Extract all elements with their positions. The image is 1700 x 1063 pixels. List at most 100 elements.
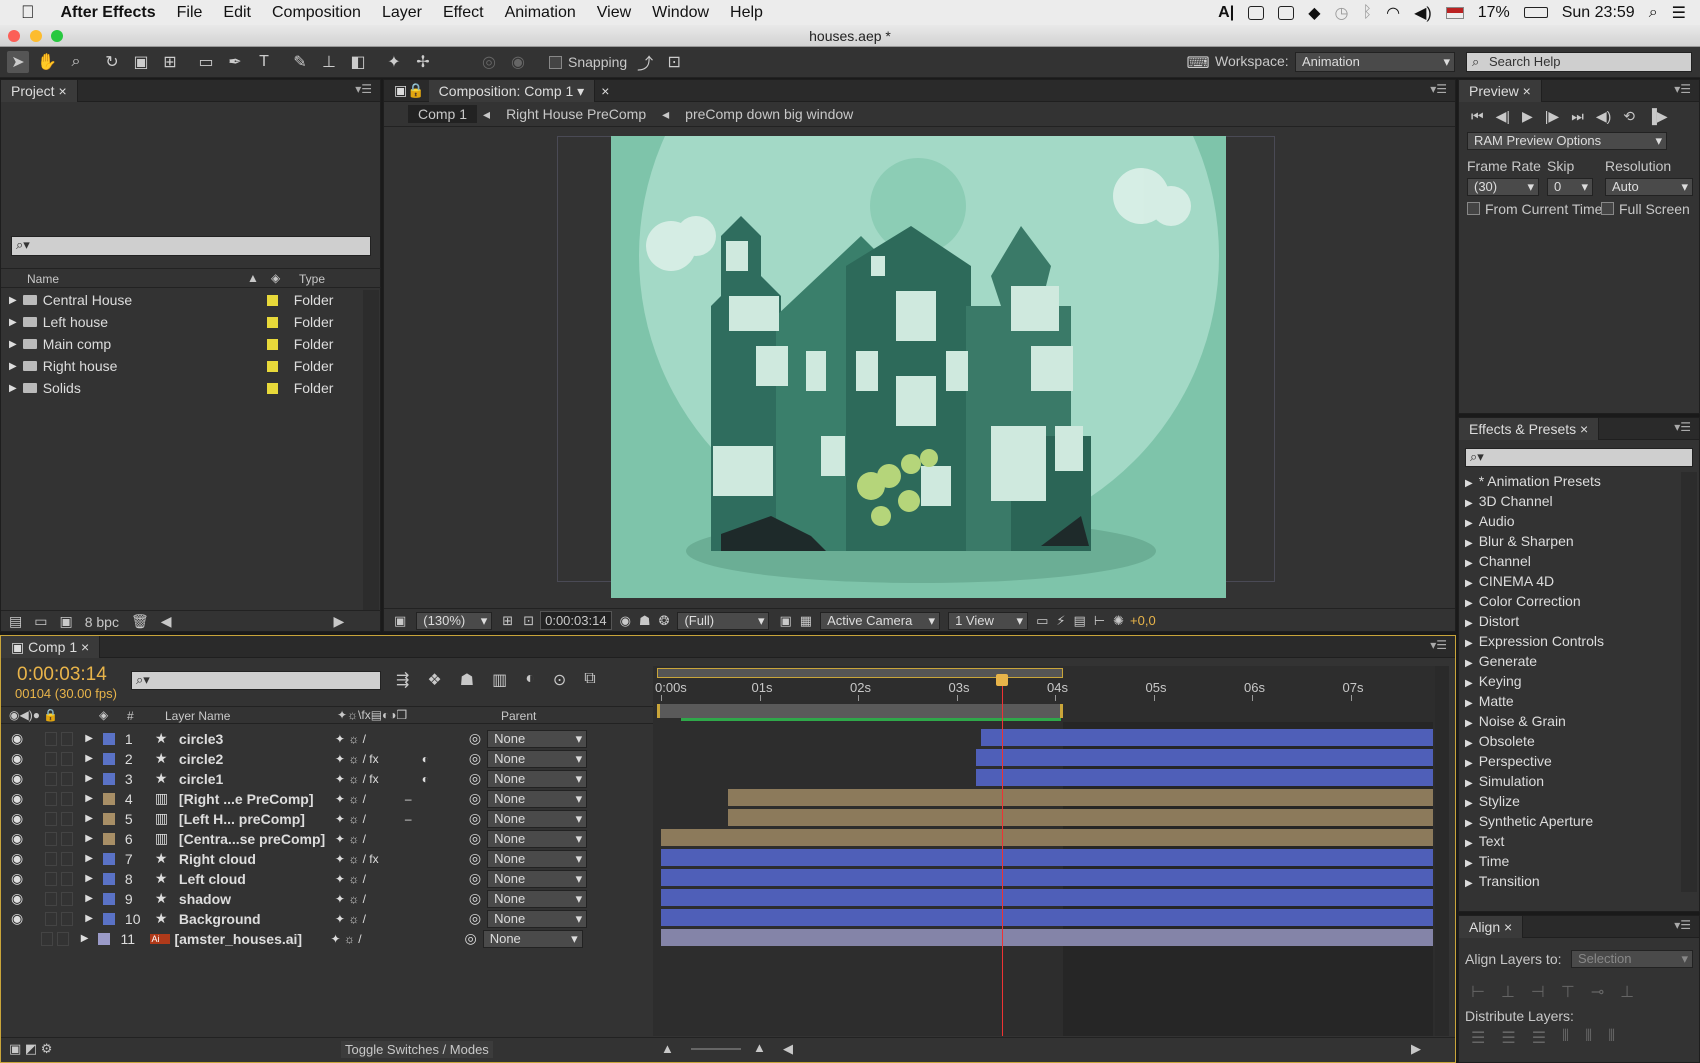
label-color[interactable] (102, 792, 115, 805)
layer-name[interactable]: [Right ...e PreComp] (179, 791, 335, 807)
disclosure-icon[interactable]: ▶ (85, 893, 93, 904)
col-type[interactable]: Type (299, 272, 325, 286)
layer-switches[interactable]: ✦ ☼ / fx (335, 852, 405, 866)
breadcrumb-comp1[interactable]: Comp 1 (408, 105, 478, 123)
project-item[interactable]: ▶ Central House Folder (1, 290, 361, 310)
dist-left-icon[interactable]: ⦀ (1562, 1028, 1569, 1048)
disclosure-icon[interactable]: ▶ (81, 933, 89, 944)
comp-viewer-canvas[interactable] (611, 136, 1226, 598)
layer-duration-bar[interactable] (661, 829, 1433, 846)
magnification-dropdown[interactable]: (130%) (416, 611, 493, 630)
play-icon[interactable]: ▶ (1522, 108, 1533, 125)
label-color[interactable] (102, 732, 115, 745)
parent-dropdown[interactable]: None (487, 749, 588, 768)
visibility-icon[interactable]: ◉ (11, 750, 23, 767)
visibility-icon[interactable]: ◉ (11, 870, 23, 887)
label-color[interactable] (102, 912, 115, 925)
project-item[interactable]: ▶ Left house Folder (1, 312, 361, 332)
next-frame-icon[interactable]: |▶ (1545, 108, 1559, 125)
align-bottom-icon[interactable]: ⊥ (1620, 982, 1634, 1002)
spotlight-icon[interactable]: ⌕ (1649, 4, 1658, 22)
parent-dropdown[interactable]: None (487, 809, 588, 828)
menu-edit[interactable]: Edit (223, 4, 251, 22)
from-current-checkbox[interactable] (1467, 202, 1480, 215)
pickwhip-icon[interactable]: ◎ (469, 850, 481, 867)
parent-dropdown[interactable]: None (487, 829, 588, 848)
motion-blur-icon[interactable]: ◐ (525, 670, 535, 690)
layer-duration-bar[interactable] (976, 749, 1433, 766)
solo-box[interactable] (45, 731, 58, 746)
screen-icon[interactable] (1278, 5, 1295, 20)
clone-tool-icon[interactable]: ⊥ (318, 51, 340, 73)
effects-category[interactable]: ▶ Audio (1465, 512, 1515, 530)
layer-switches[interactable]: ✦ ☼ / (335, 832, 405, 846)
project-item[interactable]: ▶ Right house Folder (1, 356, 361, 376)
dist-right-icon[interactable]: ⦀ (1608, 1028, 1615, 1048)
layer-name[interactable]: [Centra...se preComp] (179, 831, 335, 847)
full-screen-checkbox[interactable] (1601, 202, 1614, 215)
layer-switches[interactable]: ✦ ☼ / (335, 732, 405, 746)
effects-category[interactable]: ▶ Color Correction (1465, 592, 1581, 610)
pickwhip-icon[interactable]: ◎ (469, 890, 481, 907)
timeline-search-input[interactable]: ⌕▾ (131, 671, 381, 690)
breadcrumb-precomp[interactable]: preComp down big window (685, 106, 853, 122)
puppet-tool-icon[interactable]: ✢ (412, 51, 434, 73)
loop-icon[interactable]: ⟲ (1623, 108, 1635, 125)
project-search-input[interactable]: ⌕▾ (11, 236, 371, 256)
skip-dropdown[interactable]: 0 (1547, 178, 1593, 196)
layer-name[interactable]: Left cloud (179, 871, 335, 887)
project-tab[interactable]: Project × (1, 79, 78, 102)
layer-row[interactable]: ▶ 11 Ai [amster_houses.ai] ✦ ☼ / ◎ None (1, 929, 601, 948)
layer-name[interactable]: [Left H... preComp] (179, 811, 335, 827)
effects-category[interactable]: ▶ Perspective (1465, 752, 1552, 770)
label-color[interactable] (102, 852, 115, 865)
close-window-button[interactable] (8, 30, 20, 42)
project-scrollbar[interactable] (363, 290, 379, 610)
layer-duration-bar[interactable] (661, 909, 1433, 926)
layer-name[interactable]: Right cloud (179, 851, 335, 867)
project-item[interactable]: ▶ Solids Folder (1, 378, 361, 398)
effects-category[interactable]: ▶ Distort (1465, 612, 1519, 630)
layer-duration-bar[interactable] (661, 869, 1433, 886)
layer-duration-bar[interactable] (727, 789, 1433, 806)
solo-box[interactable] (45, 871, 58, 886)
lock-box[interactable] (61, 751, 74, 766)
vr-icon[interactable]: ⌨ (1186, 52, 1209, 74)
parent-dropdown[interactable]: None (487, 909, 588, 928)
lock-box[interactable] (61, 891, 74, 906)
lock-box[interactable] (61, 831, 74, 846)
solo-box[interactable] (45, 891, 58, 906)
layer-row[interactable]: ◉ ▶ 10 ★ Background ✦ ☼ / ◎ None (1, 909, 601, 928)
fast-preview-icon[interactable]: ⚡ (1056, 613, 1065, 629)
current-time-field[interactable]: 0:00:03:14 (540, 611, 612, 630)
dist-vcenter-icon[interactable]: ☰ (1501, 1028, 1515, 1048)
layer-row[interactable]: ◉ ▶ 2 ★ circle2 ✦ ☼ / fx ◐ ◎ None (1, 749, 601, 768)
label-color[interactable] (266, 360, 278, 372)
parent-dropdown[interactable]: None (482, 929, 583, 948)
layer-duration-bar[interactable] (661, 929, 1433, 946)
zoom-tool-icon[interactable]: ⌕ (65, 51, 87, 73)
disclosure-icon[interactable]: ▶ (85, 773, 93, 784)
layer-duration-bar[interactable] (727, 809, 1433, 826)
timeline-scrollbar[interactable] (1435, 666, 1449, 1036)
resolution-dropdown[interactable]: (Full) (677, 611, 770, 630)
timeline-timecode[interactable]: 0:00:03:14 (17, 664, 107, 686)
pickwhip-icon[interactable]: ◎ (469, 750, 481, 767)
panel-menu-icon[interactable]: ▾☰ (1674, 420, 1691, 434)
label-color[interactable] (102, 812, 115, 825)
disclosure-icon[interactable]: ▶ (85, 853, 93, 864)
layer-switches[interactable]: ✦ ☼ / fx (335, 752, 405, 766)
label-color[interactable] (102, 772, 115, 785)
blend-switches[interactable]: – (405, 792, 461, 806)
visibility-icon[interactable]: ◉ (11, 910, 23, 927)
label-color[interactable] (102, 832, 115, 845)
flag-icon[interactable] (1445, 6, 1464, 19)
align-vcenter-icon[interactable]: ⊸ (1591, 982, 1604, 1002)
layer-name[interactable]: circle3 (179, 731, 335, 747)
layer-name[interactable]: [amster_houses.ai] (174, 931, 330, 947)
menu-layer[interactable]: Layer (382, 4, 422, 22)
col-layer-name[interactable]: Layer Name (165, 709, 230, 723)
blend-switches[interactable]: ◐ (405, 752, 461, 766)
disclosure-icon[interactable]: ▶ (85, 793, 93, 804)
scroll-right-icon[interactable]: ▶ (1411, 1041, 1421, 1057)
